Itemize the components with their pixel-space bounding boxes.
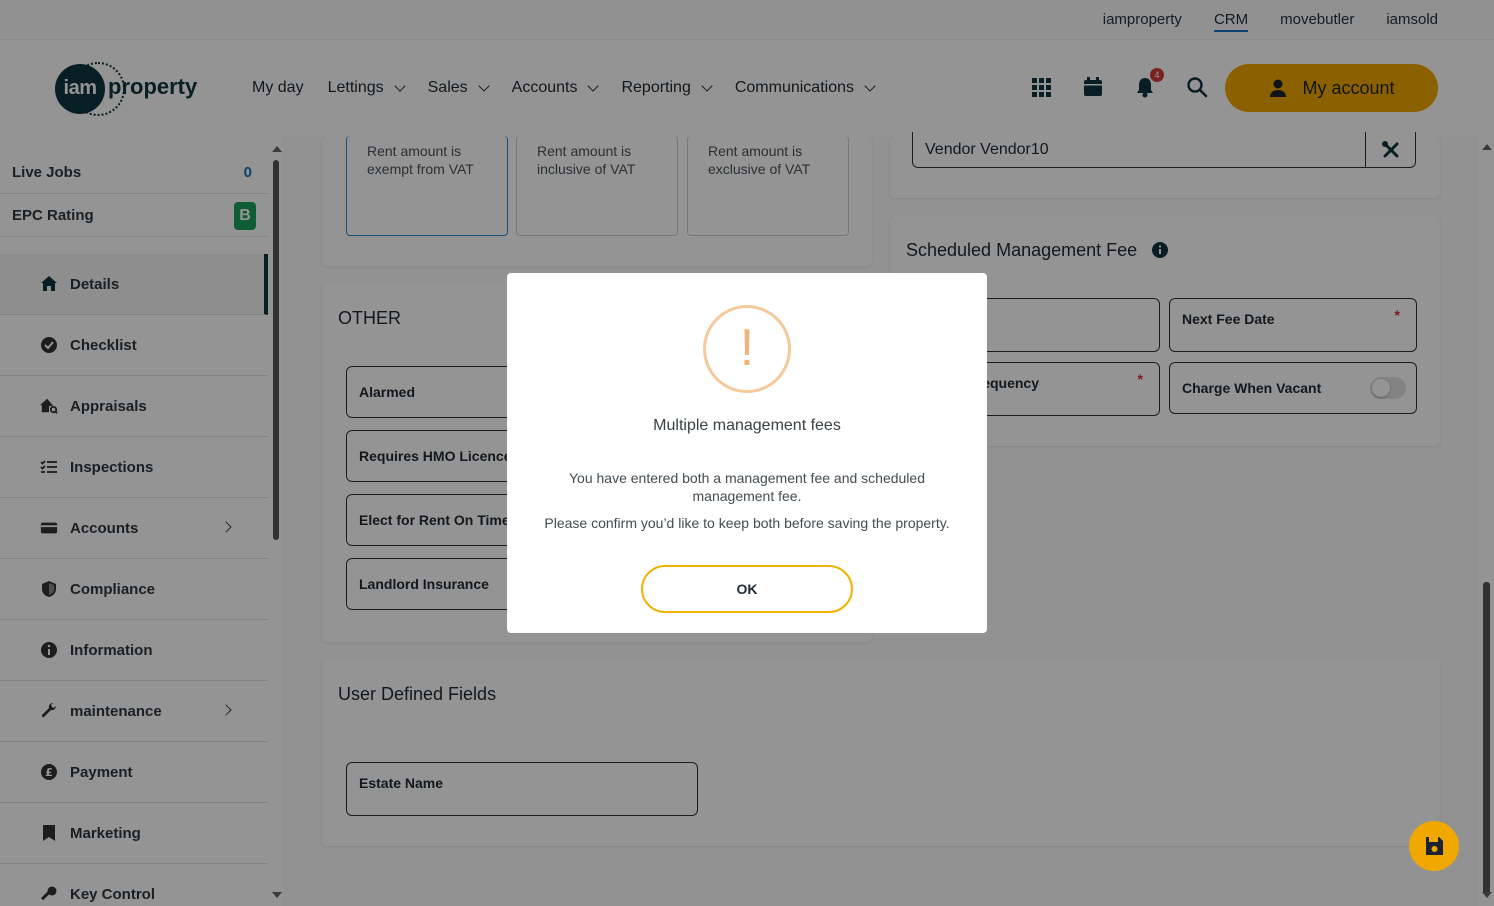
dialog-title: Multiple management fees: [653, 417, 841, 434]
dialog-message: You have entered both a management fee a…: [569, 470, 925, 504]
warning-icon: !: [703, 305, 791, 393]
ok-button[interactable]: OK: [641, 565, 853, 613]
multiple-fees-dialog: ! Multiple management fees You have ente…: [507, 273, 987, 633]
floppy-disk-icon: [1426, 837, 1443, 855]
save-button[interactable]: [1409, 821, 1459, 871]
dialog-confirm-message: Please confirm you’d like to keep both b…: [544, 515, 950, 531]
